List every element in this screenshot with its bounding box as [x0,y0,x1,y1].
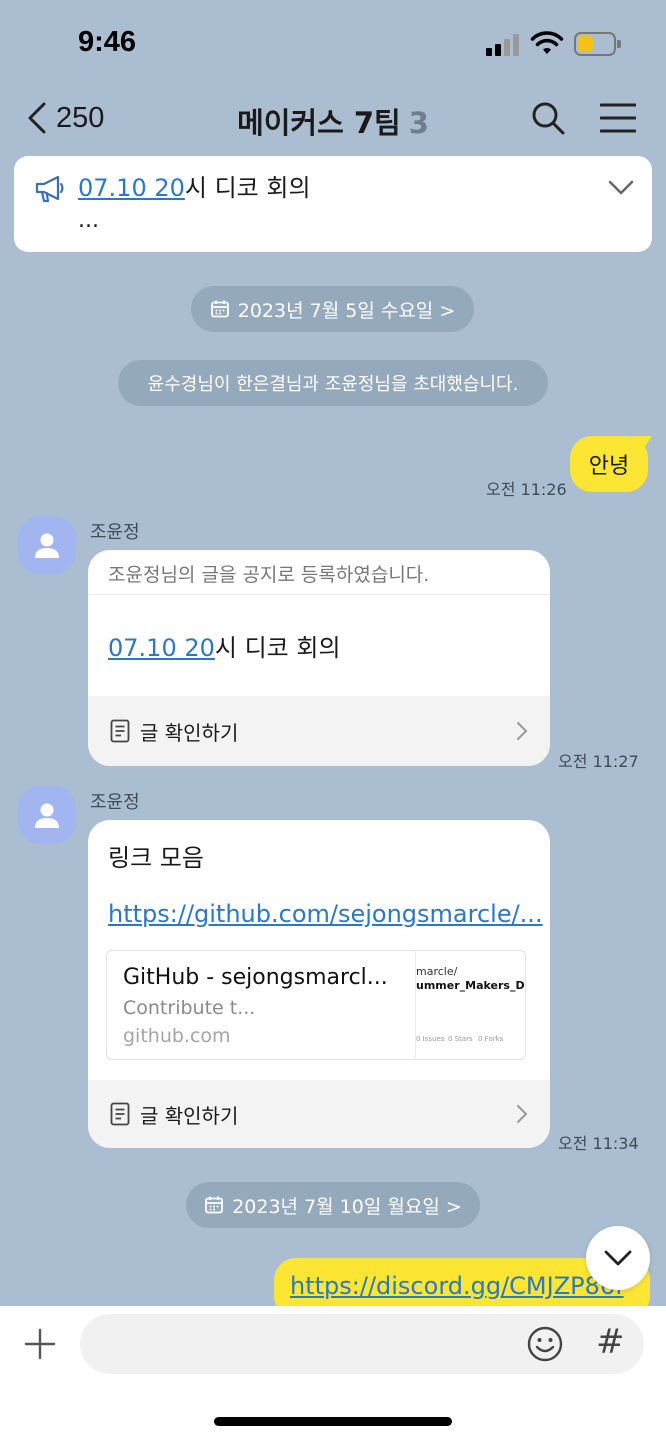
chevron-right-icon [517,1105,528,1123]
view-post-button[interactable]: 글 확인하기 [88,1080,550,1148]
message-time: 오전 11:34 [558,1134,639,1153]
calendar-icon [205,1196,224,1214]
battery-icon [574,32,621,56]
notice-card-text: 시 디코 회의 [214,634,341,662]
avatar[interactable] [18,516,76,574]
wifi-icon [530,31,564,54]
message-time: 오전 11:26 [486,480,567,499]
notice-card-link[interactable]: 07.10 20 [108,634,215,662]
chevron-right-icon [517,722,528,740]
avatar[interactable] [18,786,76,844]
document-icon [110,719,130,743]
thumb-issues: 0 Issues [416,1035,445,1043]
chat-title-bar: 메이커스 7팀 3 [0,100,666,142]
menu-icon[interactable] [600,102,636,134]
calendar-icon [210,300,229,318]
scroll-to-bottom-button[interactable] [586,1226,650,1290]
message-time: 오전 11:27 [558,752,639,771]
pinned-notice[interactable]: 07.10 20시 디코 회의 ... [14,156,652,252]
thumb-repo-owner: marcle/ [416,965,458,978]
notice-card-body: 07.10 20시 디코 회의 [108,628,341,663]
bubble-tail [632,436,652,454]
chevron-down-icon[interactable] [608,178,634,198]
date-divider[interactable]: 2023년 7월 5일 수요일 > [191,286,474,332]
chat-title[interactable]: 메이커스 7팀 [237,106,401,140]
search-icon[interactable] [530,100,566,136]
preview-domain: github.com [123,1025,231,1047]
system-message: 윤수경님이 한은결님과 조윤정님을 초대했습니다. [118,360,548,406]
view-post-label: 글 확인하기 [140,720,239,745]
notice-text-rest: 시 디코 회의 [184,174,311,202]
notice-card-header: 조윤정님의 글을 공지로 등록하였습니다. [108,564,430,586]
date-divider[interactable]: 2023년 7월 10일 월요일 > [186,1182,480,1228]
preview-description: Contribute t... [123,997,256,1019]
member-count: 3 [408,106,429,140]
person-icon [35,803,59,828]
document-icon [110,1102,130,1126]
system-message-text: 윤수경님이 한은결님과 조윤정님을 초대했습니다. [147,374,519,395]
date-label: 2023년 7월 5일 수요일 > [237,299,456,322]
sender-name: 조윤정 [90,792,140,813]
notice-link[interactable]: 07.10 20 [78,174,185,202]
thumb-stars: 0 Stars [448,1035,473,1043]
view-post-label: 글 확인하기 [140,1103,239,1128]
link-preview[interactable]: GitHub - sejongsmarcl... Contribute t...… [106,950,526,1060]
home-indicator[interactable] [214,1417,452,1426]
link-card-url[interactable]: https://github.com/sejongsmarcle/... [108,900,543,928]
status-time: 9:46 [78,26,137,58]
thumb-repo-name: ummer_Makers_D... [416,979,526,992]
megaphone-icon [35,175,64,203]
my-message-text: 안녕 [588,454,630,479]
sender-name: 조윤정 [90,522,140,543]
plus-icon[interactable] [24,1328,56,1360]
notice-ellipsis: ... [78,208,99,233]
person-icon [35,533,59,558]
date-label: 2023년 7월 10일 월요일 > [232,1195,462,1218]
hash-icon[interactable]: # [596,1322,625,1362]
divider [88,594,550,595]
link-card-title: 링크 모음 [108,844,204,872]
view-post-button[interactable]: 글 확인하기 [88,696,550,766]
thumb-forks: 0 Forks [478,1035,504,1043]
preview-title: GitHub - sejongsmarcl... [123,965,388,990]
chevron-down-icon [604,1250,632,1266]
my-message-link[interactable]: https://discord.gg/CMJZP86f [290,1272,624,1300]
link-collection-card[interactable]: 링크 모음 https://github.com/sejongsmarcle/.… [88,820,550,1148]
notice-text: 07.10 20시 디코 회의 [78,172,311,204]
preview-thumbnail: marcle/ ummer_Makers_D... 0 Issues 0 Sta… [415,951,526,1059]
emoji-icon[interactable] [526,1325,564,1363]
cellular-signal-icon [486,34,520,56]
notice-card[interactable]: 조윤정님의 글을 공지로 등록하였습니다. 07.10 20시 디코 회의 글 … [88,550,550,766]
